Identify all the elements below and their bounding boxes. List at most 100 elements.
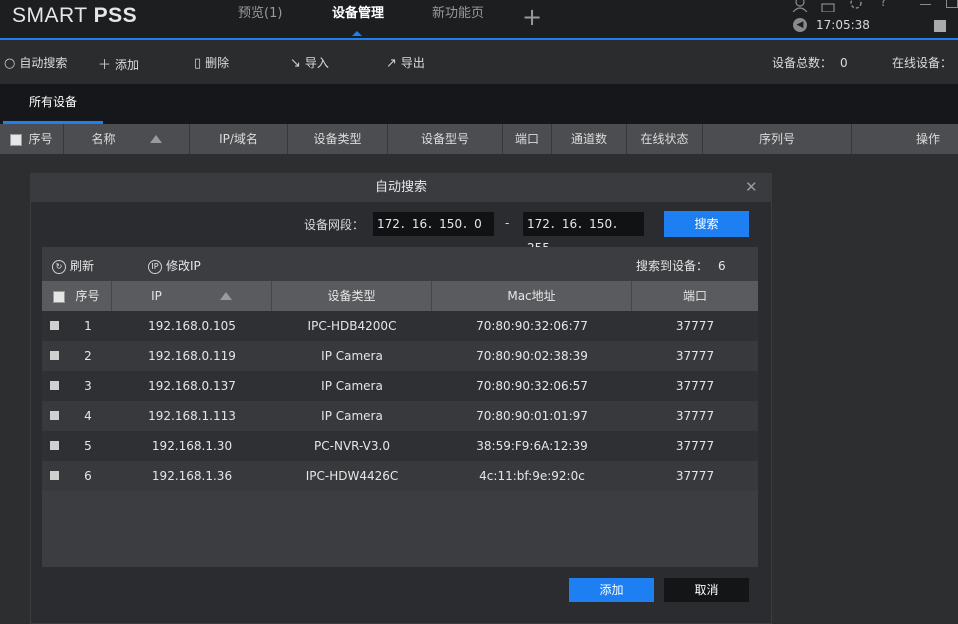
- result-row[interactable]: 6 192.168.1.36 IPC-HDW4426C 4c:11:bf:9e:…: [42, 461, 758, 491]
- select-all-checkbox[interactable]: [10, 133, 23, 146]
- trash-icon: ▯: [194, 56, 202, 71]
- row-ip: 192.168.1.113: [148, 409, 236, 423]
- row-type: IPC-HDW4426C: [305, 469, 399, 483]
- refresh-icon: ↻: [52, 259, 66, 274]
- dialog-title: 自动搜索: [374, 180, 427, 195]
- header-model[interactable]: 设备型号: [388, 124, 503, 154]
- row-index: 6: [84, 469, 92, 483]
- row-index: 4: [84, 409, 92, 423]
- row-checkbox[interactable]: [50, 471, 59, 480]
- ip-range-separator: -: [505, 216, 510, 230]
- row-type: IP Camera: [321, 409, 383, 423]
- auto-search-button[interactable]: ○ 自动搜索: [4, 54, 67, 71]
- result-header-ip[interactable]: IP: [112, 281, 272, 311]
- search-button[interactable]: 搜索: [664, 211, 749, 237]
- row-mac: 70:80:90:32:06:57: [476, 379, 588, 393]
- result-row[interactable]: 1 192.168.0.105 IPC-HDB4200C 70:80:90:32…: [42, 311, 758, 341]
- ip-icon: IP: [148, 259, 162, 274]
- header-device-type[interactable]: 设备类型: [288, 124, 388, 154]
- row-mac: 70:80:90:32:06:77: [476, 319, 588, 333]
- result-row[interactable]: 2 192.168.0.119 IP Camera 70:80:90:02:38…: [42, 341, 758, 371]
- maximize-icon[interactable]: [946, 0, 958, 8]
- found-count: 搜索到设备： 6: [636, 259, 726, 273]
- row-checkbox[interactable]: [50, 321, 59, 330]
- select-all-results-checkbox[interactable]: [53, 290, 66, 303]
- row-port: 37777: [675, 319, 715, 333]
- app-logo: SMART PSS: [12, 4, 138, 27]
- result-row[interactable]: 4 192.168.1.113 IP Camera 70:80:90:01:01…: [42, 401, 758, 431]
- delete-button[interactable]: ▯ 删除: [194, 54, 229, 71]
- close-icon[interactable]: ✕: [745, 178, 758, 196]
- sort-asc-icon: [149, 135, 162, 143]
- tab-preview[interactable]: 预览(1): [238, 6, 282, 36]
- add-button[interactable]: 添加: [569, 578, 654, 602]
- row-mac: 4c:11:bf:9e:92:0c: [479, 469, 585, 483]
- row-checkbox[interactable]: [50, 441, 59, 450]
- plus-icon: ＋: [98, 58, 112, 73]
- row-type: IP Camera: [321, 379, 383, 393]
- row-ip: 192.168.1.36: [151, 469, 233, 483]
- gear-icon[interactable]: [848, 0, 864, 12]
- clock-time: 17:05:38: [816, 18, 870, 32]
- result-header-index[interactable]: 序号: [42, 281, 112, 311]
- ip-end-input[interactable]: 172．16．150．255: [523, 212, 644, 255]
- row-ip: 192.168.0.105: [148, 319, 236, 333]
- import-icon: ↘: [290, 56, 301, 71]
- row-type: IPC-HDB4200C: [307, 319, 397, 333]
- row-type: IP Camera: [321, 349, 383, 363]
- refresh-button[interactable]: ↻ 刷新: [52, 257, 94, 274]
- row-type: PC-NVR-V3.0: [314, 439, 390, 453]
- header-name[interactable]: 名称: [64, 124, 190, 154]
- tab-all-devices[interactable]: 所有设备: [3, 84, 103, 121]
- row-ip: 192.168.0.119: [148, 349, 236, 363]
- row-index: 5: [84, 439, 92, 453]
- row-ip: 192.168.1.30: [151, 439, 233, 453]
- row-port: 37777: [675, 439, 715, 453]
- modify-ip-button[interactable]: IP 修改IP: [148, 257, 201, 274]
- add-device-button[interactable]: ＋添加: [98, 54, 139, 73]
- row-checkbox[interactable]: [50, 381, 59, 390]
- active-tab-indicator: [352, 31, 362, 36]
- export-icon: ↗: [386, 56, 397, 71]
- header-channels[interactable]: 通道数: [552, 124, 627, 154]
- sub-tab-bar: [0, 84, 958, 124]
- total-devices: 设备总数： 0: [772, 56, 848, 70]
- user-icon[interactable]: [792, 0, 808, 12]
- row-index: 1: [84, 319, 92, 333]
- segment-label: 设备网段：: [304, 218, 365, 232]
- result-row[interactable]: 5 192.168.1.30 PC-NVR-V3.0 38:59:F9:6A:1…: [42, 431, 758, 461]
- row-checkbox[interactable]: [50, 411, 59, 420]
- help-icon[interactable]: ?: [880, 0, 887, 10]
- row-port: 37777: [675, 469, 715, 483]
- row-port: 37777: [675, 409, 715, 423]
- export-button[interactable]: ↗ 导出: [386, 54, 425, 71]
- add-tab-icon[interactable]: +: [522, 3, 542, 31]
- row-mac: 70:80:90:01:01:97: [476, 409, 588, 423]
- row-mac: 38:59:F9:6A:12:39: [476, 439, 588, 453]
- header-online-status[interactable]: 在线状态: [627, 124, 703, 154]
- sort-asc-icon: [219, 292, 232, 300]
- header-serial[interactable]: 序列号: [703, 124, 852, 154]
- row-port: 37777: [675, 349, 715, 363]
- header-port[interactable]: 端口: [503, 124, 552, 154]
- row-mac: 70:80:90:02:38:39: [476, 349, 588, 363]
- online-devices: 在线设备：: [892, 56, 953, 70]
- header-operation[interactable]: 操作: [852, 124, 958, 154]
- search-icon: ○: [4, 56, 16, 71]
- tab-new-feature[interactable]: 新功能页: [432, 6, 484, 36]
- result-header-port[interactable]: 端口: [632, 281, 758, 311]
- cancel-button[interactable]: 取消: [664, 578, 749, 602]
- ip-start-input[interactable]: 172．16．150．0: [373, 212, 494, 236]
- row-port: 37777: [675, 379, 715, 393]
- minimize-icon[interactable]: [920, 4, 931, 5]
- lock-icon[interactable]: [821, 0, 835, 12]
- import-button[interactable]: ↘ 导入: [290, 54, 329, 71]
- result-header-mac[interactable]: Mac地址: [432, 281, 632, 311]
- result-row[interactable]: 3 192.168.0.137 IP Camera 70:80:90:32:06…: [42, 371, 758, 401]
- row-index: 2: [84, 349, 92, 363]
- row-checkbox[interactable]: [50, 351, 59, 360]
- result-header-type[interactable]: 设备类型: [272, 281, 432, 311]
- header-index[interactable]: 序号: [0, 124, 64, 154]
- row-ip: 192.168.0.137: [148, 379, 236, 393]
- header-ip[interactable]: IP/域名: [190, 124, 288, 154]
